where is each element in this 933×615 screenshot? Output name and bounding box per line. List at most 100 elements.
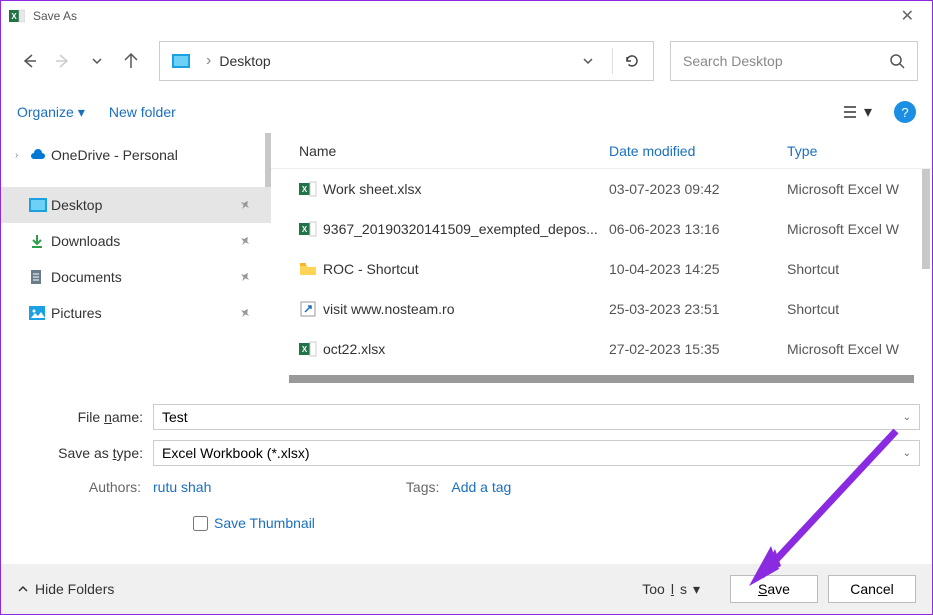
chevron-up-icon [17, 583, 29, 595]
excel-app-icon: X [9, 8, 25, 24]
document-icon [29, 269, 51, 285]
authors-label: Authors: [13, 479, 153, 495]
toolbar: Organize▾ New folder ▾ ? [1, 91, 932, 133]
search-bar[interactable] [670, 41, 918, 81]
filename-input[interactable] [162, 409, 903, 425]
column-headers: Name Date modified Type [271, 133, 932, 169]
address-bar[interactable]: › Desktop [159, 41, 654, 81]
file-type: Shortcut [787, 261, 932, 277]
svg-text:X: X [11, 12, 17, 21]
save-thumbnail-label[interactable]: Save Thumbnail [214, 515, 315, 531]
tree-item-pictures[interactable]: Pictures [1, 295, 271, 331]
pictures-icon [29, 306, 51, 320]
svg-text:X: X [302, 345, 308, 354]
file-row[interactable]: Xoct22.xlsx27-02-2023 15:35Microsoft Exc… [271, 329, 932, 369]
view-options-button[interactable]: ▾ [838, 102, 876, 122]
horizontal-scrollbar[interactable] [289, 375, 914, 383]
file-icon: X [299, 340, 323, 358]
file-scrollbar[interactable] [922, 169, 930, 269]
history-dropdown[interactable] [83, 43, 111, 79]
column-name[interactable]: Name [299, 143, 609, 159]
authors-value[interactable]: rutu shah [153, 479, 211, 495]
file-icon: X [299, 220, 323, 238]
organize-menu[interactable]: Organize▾ [17, 104, 85, 121]
window-title: Save As [33, 9, 77, 23]
cloud-icon [29, 149, 51, 161]
address-dropdown[interactable] [574, 55, 602, 67]
file-type: Microsoft Excel W [787, 181, 932, 197]
browse-area: › OneDrive - Personal Desktop Downloads … [1, 133, 932, 383]
tools-menu[interactable]: Tools ▾ [642, 581, 700, 598]
file-name: visit www.nosteam.ro [323, 301, 609, 317]
breadcrumb-location[interactable]: Desktop [219, 53, 270, 69]
file-row[interactable]: X 9367_20190320141509_exempted_depos...06… [271, 209, 932, 249]
chevron-down-icon[interactable]: ⌄ [903, 412, 911, 423]
file-icon [299, 262, 323, 276]
chevron-down-icon: ▾ [693, 581, 700, 598]
tree-item-documents[interactable]: Documents [1, 259, 271, 295]
tree-item-desktop[interactable]: Desktop [1, 187, 271, 223]
tree-item-downloads[interactable]: Downloads [1, 223, 271, 259]
tree-item-onedrive[interactable]: › OneDrive - Personal [1, 137, 271, 173]
file-icon: X [299, 180, 323, 198]
search-icon[interactable] [889, 53, 905, 69]
chevron-down-icon: ▾ [864, 102, 872, 122]
tree-label: Desktop [51, 197, 102, 213]
tags-value[interactable]: Add a tag [451, 479, 511, 495]
file-list: Name Date modified Type XWork sheet.xlsx… [271, 133, 932, 383]
search-input[interactable] [683, 53, 889, 69]
column-date[interactable]: Date modified [609, 143, 787, 159]
file-row[interactable]: ROC - Shortcut10-04-2023 14:25Shortcut [271, 249, 932, 289]
tags-label: Tags: [391, 479, 451, 495]
titlebar: X Save As ✕ [1, 1, 932, 31]
nav-row: › Desktop [1, 31, 932, 91]
chevron-down-icon[interactable]: ⌄ [903, 448, 911, 459]
hide-folders-button[interactable]: Hide Folders [17, 581, 114, 597]
back-button[interactable] [15, 43, 43, 79]
bottom-bar: Hide Folders Tools ▾ Save Cancel [1, 564, 932, 614]
tree-label: OneDrive - Personal [51, 147, 178, 163]
pin-icon [239, 307, 251, 319]
file-name: 9367_20190320141509_exempted_depos... [323, 221, 609, 237]
tree-label: Documents [51, 269, 122, 285]
cancel-button[interactable]: Cancel [828, 575, 916, 603]
filetype-value: Excel Workbook (*.xlsx) [162, 445, 310, 461]
file-type: Shortcut [787, 301, 932, 317]
pin-icon [239, 235, 251, 247]
filename-label: File name: [13, 409, 153, 425]
download-icon [29, 233, 51, 249]
desktop-folder-icon [172, 54, 190, 68]
pin-icon [239, 199, 251, 211]
desktop-icon [29, 198, 51, 212]
column-type[interactable]: Type [787, 143, 932, 159]
tree-label: Downloads [51, 233, 120, 249]
file-name: oct22.xlsx [323, 341, 609, 357]
file-name: ROC - Shortcut [323, 261, 609, 277]
forward-button[interactable] [49, 43, 77, 79]
refresh-button[interactable] [623, 52, 641, 70]
svg-text:X: X [302, 225, 308, 234]
file-date: 25-03-2023 23:51 [609, 301, 787, 317]
file-row[interactable]: visit www.nosteam.ro25-03-2023 23:51Shor… [271, 289, 932, 329]
filename-field[interactable]: ⌄ [153, 404, 920, 430]
chevron-down-icon: ▾ [78, 104, 85, 121]
save-thumbnail-checkbox[interactable] [193, 516, 208, 531]
up-button[interactable] [117, 43, 145, 79]
file-row[interactable]: XWork sheet.xlsx03-07-2023 09:42Microsof… [271, 169, 932, 209]
save-button[interactable]: Save [730, 575, 818, 603]
filetype-label: Save as type: [13, 445, 153, 461]
save-form: File name: ⌄ Save as type: Excel Workboo… [1, 383, 932, 531]
pin-icon [239, 271, 251, 283]
help-button[interactable]: ? [894, 101, 916, 123]
filetype-field[interactable]: Excel Workbook (*.xlsx) ⌄ [153, 440, 920, 466]
close-button[interactable]: ✕ [891, 6, 924, 26]
file-icon [299, 300, 323, 318]
file-type: Microsoft Excel W [787, 341, 932, 357]
file-date: 06-06-2023 13:16 [609, 221, 787, 237]
breadcrumb-separator-icon: › [206, 52, 211, 70]
file-date: 27-02-2023 15:35 [609, 341, 787, 357]
tree-label: Pictures [51, 305, 102, 321]
expand-icon[interactable]: › [15, 150, 29, 161]
new-folder-button[interactable]: New folder [109, 104, 176, 120]
file-date: 10-04-2023 14:25 [609, 261, 787, 277]
